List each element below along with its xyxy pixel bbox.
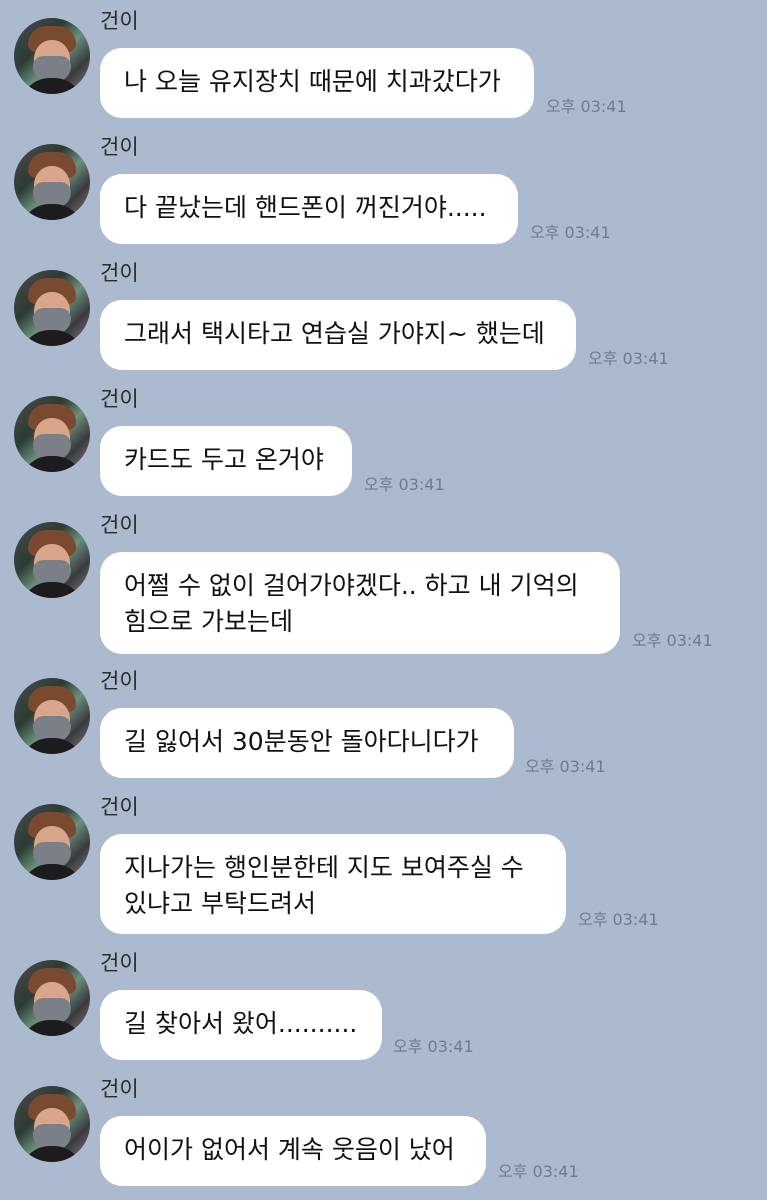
message-bubble[interactable]: 카드도 두고 온거야: [100, 426, 352, 496]
avatar[interactable]: [14, 804, 90, 880]
message-text: 카드도 두고 온거야: [124, 445, 324, 474]
sender-name: 건이: [100, 9, 139, 33]
message-text: 길 찾아서 왔어..........: [124, 1009, 358, 1038]
sender-name: 건이: [100, 669, 139, 693]
message-bubble[interactable]: 지나가는 행인분한테 지도 보여주실 수 있냐고 부탁드려서: [100, 834, 566, 934]
sender-name: 건이: [100, 951, 139, 975]
avatar[interactable]: [14, 522, 90, 598]
message-text: 있냐고 부탁드려서: [124, 889, 316, 918]
message-time: 오후 03:41: [632, 631, 713, 650]
message-bubble[interactable]: 어이가 없어서 계속 웃음이 났어: [100, 1116, 486, 1186]
message-time: 오후 03:41: [530, 223, 611, 242]
sender-name: 건이: [100, 135, 139, 159]
sender-name: 건이: [100, 795, 139, 819]
message-text: 다 끝났는데 핸드폰이 꺼진거야.....: [124, 193, 487, 222]
message-time: 오후 03:41: [393, 1037, 474, 1056]
sender-name: 건이: [100, 261, 139, 285]
message-bubble[interactable]: 다 끝났는데 핸드폰이 꺼진거야.....: [100, 174, 518, 244]
message-bubble[interactable]: 어쩔 수 없이 걸어가야겠다.. 하고 내 기억의 힘으로 가보는데: [100, 552, 620, 654]
message-text: 길 잃어서 30분동안 돌아다니다가: [124, 727, 479, 756]
message-time: 오후 03:41: [588, 349, 669, 368]
sender-name: 건이: [100, 387, 139, 411]
avatar[interactable]: [14, 678, 90, 754]
avatar[interactable]: [14, 18, 90, 94]
message-text: 지나가는 행인분한테 지도 보여주실 수: [124, 853, 524, 882]
message-text: 그래서 택시타고 연습실 가야지~ 했는데: [124, 319, 545, 348]
message-bubble[interactable]: 그래서 택시타고 연습실 가야지~ 했는데: [100, 300, 576, 370]
message-time: 오후 03:41: [525, 757, 606, 776]
message-time: 오후 03:41: [546, 97, 627, 116]
sender-name: 건이: [100, 1077, 139, 1101]
message-text: 어이가 없어서 계속 웃음이 났어: [124, 1135, 455, 1164]
message-bubble[interactable]: 나 오늘 유지장치 때문에 치과갔다가: [100, 48, 534, 118]
sender-name: 건이: [100, 513, 139, 537]
message-text: 힘으로 가보는데: [124, 607, 293, 636]
avatar[interactable]: [14, 396, 90, 472]
avatar[interactable]: [14, 144, 90, 220]
message-bubble[interactable]: 길 찾아서 왔어..........: [100, 990, 382, 1060]
message-time: 오후 03:41: [578, 910, 659, 929]
avatar[interactable]: [14, 1086, 90, 1162]
message-time: 오후 03:41: [364, 475, 445, 494]
message-text: 나 오늘 유지장치 때문에 치과갔다가: [124, 67, 501, 96]
message-bubble[interactable]: 길 잃어서 30분동안 돌아다니다가: [100, 708, 514, 778]
chat-message-list[interactable]: 건이 나 오늘 유지장치 때문에 치과갔다가 오후 03:41 건이 다 끝났는…: [0, 0, 767, 1200]
avatar[interactable]: [14, 960, 90, 1036]
message-time: 오후 03:41: [498, 1162, 579, 1181]
avatar[interactable]: [14, 270, 90, 346]
message-text: 어쩔 수 없이 걸어가야겠다.. 하고 내 기억의: [124, 571, 579, 600]
